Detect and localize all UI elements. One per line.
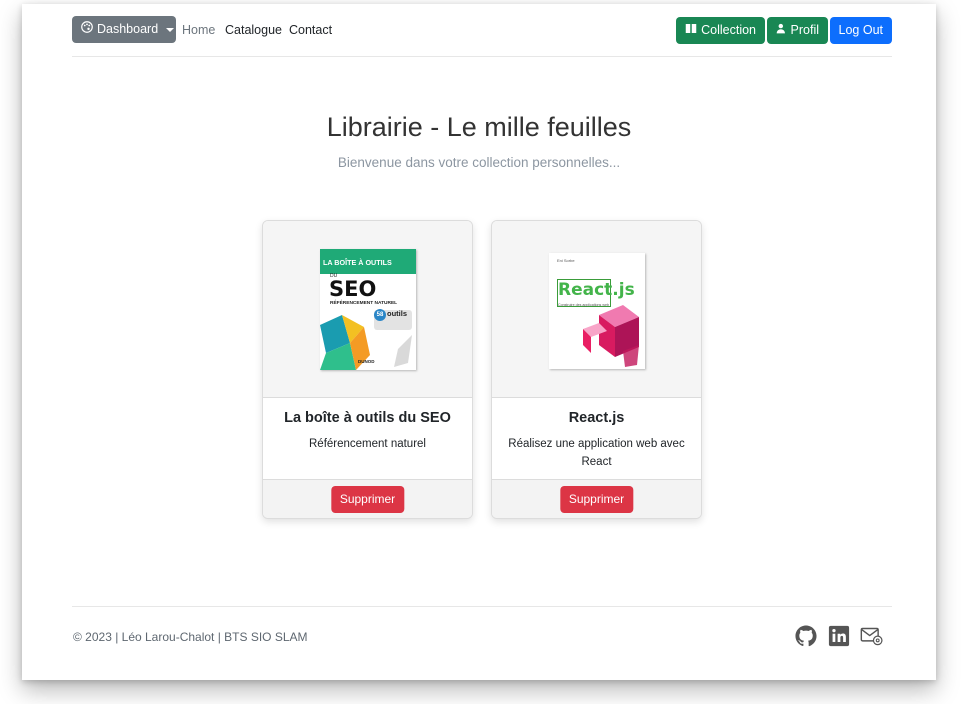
card-footer: Supprimer (492, 479, 701, 518)
copyright-text: © 2023 | Léo Larou-Chalot | BTS SIO SLAM (73, 630, 308, 644)
github-icon[interactable] (794, 624, 817, 647)
palette-icon (81, 16, 93, 43)
dashboard-label: Dashboard (97, 22, 159, 36)
collection-label: Collection (701, 23, 756, 37)
cover-cubes-graphic (583, 305, 639, 367)
book-title: React.js (568, 410, 625, 426)
book-cover-area: LA BOÎTE À OUTILS DU SEO RÉFÉRENCEMENT N… (263, 221, 472, 398)
nav-link-contact[interactable]: Contact (289, 23, 332, 37)
footer-social-links (794, 624, 883, 647)
page-subtitle: Bienvenue dans votre collection personne… (337, 155, 621, 170)
nav-link-home[interactable]: Home (182, 23, 215, 37)
book-subtitle: Référencement naturel (309, 438, 426, 450)
cover-top-text: Eni Sorbe (557, 258, 575, 263)
dashboard-dropdown-button[interactable]: Dashboard (72, 16, 176, 43)
caret-down-icon (166, 27, 175, 32)
delete-button[interactable]: Supprimer (559, 486, 634, 513)
email-icon[interactable] (860, 624, 883, 647)
page-title: Librairie - Le mille feuilles (326, 112, 632, 142)
navbar: Dashboard Home Catalogue Contact Collect… (72, 16, 892, 46)
book-card: Eni Sorbe React.js Construire des applic… (491, 220, 702, 519)
nav-link-catalogue[interactable]: Catalogue (225, 23, 282, 37)
user-gear-icon (776, 17, 787, 44)
cover-ref-text: RÉFÉRENCEMENT NATUREL (330, 301, 398, 306)
cover-big-text: SEO (329, 277, 377, 301)
footer-divider (72, 606, 892, 607)
collection-button[interactable]: Collection (676, 17, 765, 44)
cover-band-text: LA BOÎTE À OUTILS (323, 258, 392, 267)
delete-button[interactable]: Supprimer (330, 486, 405, 513)
book-subtitle: Réalisez une application web avec React (508, 438, 685, 468)
logout-button[interactable]: Log Out (829, 17, 892, 44)
book-title: La boîte à outils du SEO (284, 410, 451, 426)
book-cover-area: Eni Sorbe React.js Construire des applic… (492, 221, 701, 398)
book-cover-image: LA BOÎTE À OUTILS DU SEO RÉFÉRENCEMENT N… (320, 249, 416, 370)
profile-label: Profil (790, 23, 819, 37)
profile-button[interactable]: Profil (766, 17, 828, 44)
cover-publisher-text: DUNOD (358, 359, 375, 364)
card-footer: Supprimer (263, 479, 472, 518)
page-window: Dashboard Home Catalogue Contact Collect… (22, 4, 936, 680)
header-divider (72, 56, 892, 57)
linkedin-icon[interactable] (827, 624, 850, 647)
book-icon (685, 17, 697, 44)
book-cover-image: Eni Sorbe React.js Construire des applic… (549, 253, 645, 369)
book-card: LA BOÎTE À OUTILS DU SEO RÉFÉRENCEMENT N… (262, 220, 473, 519)
